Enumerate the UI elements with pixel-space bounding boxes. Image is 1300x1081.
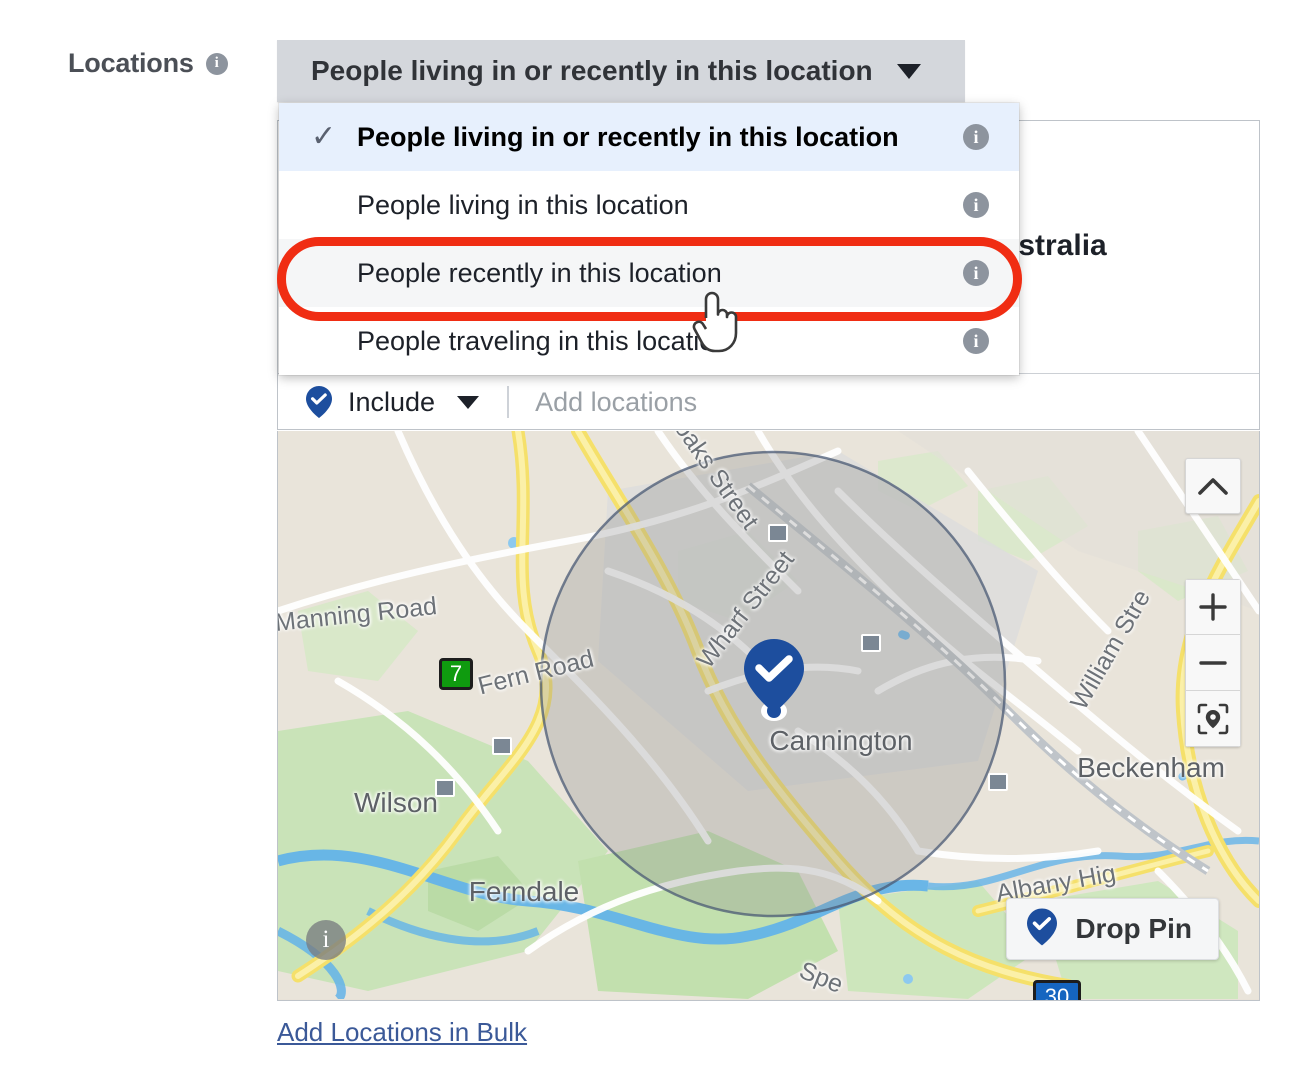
map-info-icon[interactable]: i bbox=[306, 920, 346, 960]
dropdown-option-1[interactable]: ✓ People living in or recently in this lo… bbox=[279, 103, 1019, 171]
chevron-down-icon[interactable] bbox=[457, 395, 480, 409]
dropdown-option-2[interactable]: People living in this location i bbox=[279, 171, 1019, 239]
dropdown-option-label: People recently in this location bbox=[357, 257, 722, 288]
map-label: Cannington bbox=[769, 725, 913, 756]
highway-shield: 30 bbox=[1033, 980, 1081, 1000]
divider bbox=[507, 386, 510, 418]
location-map[interactable]: Manning Road Fern Road Wilson Ferndale Canni… bbox=[277, 431, 1260, 1001]
drop-pin-label: Drop Pin bbox=[1075, 913, 1192, 944]
zoom-out-button[interactable] bbox=[1185, 635, 1241, 691]
info-icon[interactable]: i bbox=[963, 124, 989, 150]
info-icon[interactable]: i bbox=[963, 328, 989, 354]
train-station-icon bbox=[988, 773, 1008, 791]
map-label: Wilson bbox=[353, 787, 439, 818]
map-pin-check-icon[interactable] bbox=[743, 639, 805, 726]
location-type-dropdown-menu[interactable]: ✓ People living in or recently in this lo… bbox=[279, 103, 1019, 375]
map-locate-button[interactable] bbox=[1185, 691, 1241, 747]
dropdown-option-label: People living in or recently in this loc… bbox=[357, 121, 899, 152]
drop-pin-button[interactable]: Drop Pin bbox=[1006, 898, 1219, 960]
map-label: Ferndale bbox=[468, 876, 580, 907]
bus-station-icon bbox=[492, 737, 512, 755]
locate-pin-icon bbox=[1197, 703, 1229, 734]
map-label: Beckenham bbox=[1077, 752, 1225, 783]
check-icon: ✓ bbox=[311, 120, 337, 153]
location-pin-check-icon bbox=[306, 386, 332, 418]
page-title: Locations bbox=[68, 48, 194, 78]
dropdown-option-4[interactable]: People traveling in this location i bbox=[279, 307, 1019, 375]
info-icon[interactable]: i bbox=[963, 260, 989, 286]
include-row: Include Add locations bbox=[278, 374, 1259, 430]
locations-targeting-panel: Locations i ustralia Include Add locatio… bbox=[0, 0, 1300, 1081]
locations-field-label-row: Locations i bbox=[68, 48, 228, 79]
minus-icon bbox=[1199, 660, 1227, 665]
info-icon[interactable]: i bbox=[205, 52, 228, 75]
info-icon[interactable]: i bbox=[963, 192, 989, 218]
pointing-hand-cursor bbox=[690, 288, 742, 359]
zoom-in-button[interactable] bbox=[1185, 579, 1241, 635]
train-station-icon bbox=[861, 634, 881, 652]
location-type-value: People living in or recently in this loc… bbox=[311, 55, 873, 86]
chevron-down-icon bbox=[896, 63, 921, 79]
location-pin-check-icon bbox=[1027, 908, 1058, 951]
map-collapse-button[interactable] bbox=[1185, 458, 1241, 514]
highway-shield: 7 bbox=[439, 658, 473, 690]
add-locations-in-bulk-link[interactable]: Add Locations in Bulk bbox=[277, 1017, 527, 1048]
dropdown-option-label: People traveling in this location bbox=[357, 325, 730, 356]
chevron-up-icon bbox=[1198, 478, 1228, 495]
include-label[interactable]: Include bbox=[348, 387, 435, 418]
dropdown-option-label: People living in this location bbox=[357, 189, 689, 220]
bus-station-icon bbox=[435, 779, 455, 797]
plus-icon bbox=[1199, 593, 1227, 621]
add-locations-input[interactable]: Add locations bbox=[535, 387, 697, 418]
map-zoom-controls[interactable] bbox=[1185, 579, 1241, 747]
dropdown-option-3[interactable]: People recently in this location i bbox=[279, 239, 1019, 307]
location-type-dropdown-trigger[interactable]: People living in or recently in this loc… bbox=[277, 40, 965, 102]
train-station-icon bbox=[768, 524, 788, 542]
